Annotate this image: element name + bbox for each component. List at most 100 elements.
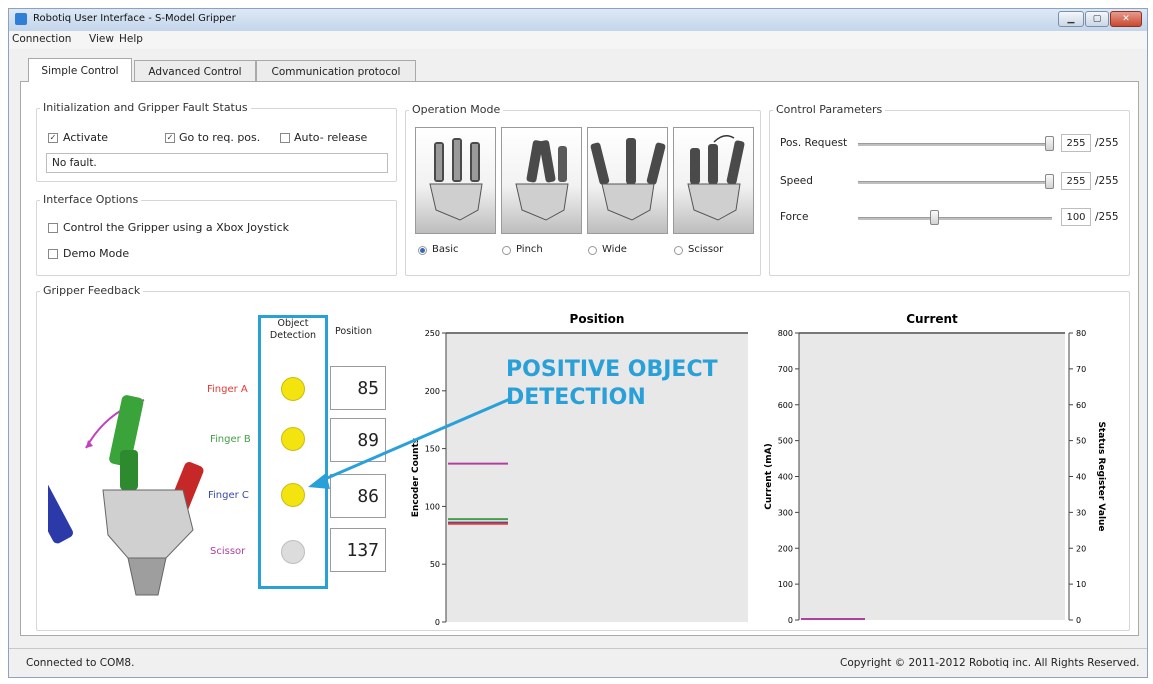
y-tick-label: 600 [778, 401, 793, 410]
y2-tick-label: 40 [1076, 473, 1086, 482]
status-bar-divider [9, 648, 1147, 649]
force-value[interactable]: 100 [1061, 208, 1091, 226]
gripper-basic-icon [429, 138, 483, 221]
activate-checkbox[interactable]: ✓ [48, 133, 58, 143]
maximize-button[interactable]: ▢ [1085, 11, 1109, 27]
xbox-joystick-label: Control the Gripper using a Xbox Joystic… [63, 221, 290, 234]
gripper-pinch-icon [515, 140, 569, 221]
pos-request-slider-thumb[interactable] [1045, 136, 1054, 151]
plot-area [799, 333, 1065, 620]
y-tick-label: 0 [788, 616, 793, 625]
force-slider-thumb[interactable] [930, 210, 939, 225]
y2-tick-label: 50 [1076, 437, 1086, 446]
control-params-title: Control Parameters [773, 103, 886, 116]
speed-slider[interactable] [858, 181, 1052, 184]
menu-help[interactable]: Help [119, 33, 143, 45]
window-title: Robotiq User Interface - S-Model Gripper [33, 13, 236, 24]
pos-request-slider[interactable] [858, 143, 1052, 146]
gripper-wide-icon [590, 138, 666, 221]
auto-release-checkbox[interactable] [280, 133, 290, 143]
activate-label: Activate [63, 131, 109, 144]
mode-wide-image[interactable] [587, 127, 668, 234]
speed-value[interactable]: 255 [1061, 172, 1091, 190]
current-chart: Current0100200300400500600700800Current … [764, 312, 1106, 625]
finger-b-label: Finger B [210, 434, 251, 445]
gripper-scissor-icon [687, 135, 745, 221]
minimize-button[interactable]: ▁ [1058, 11, 1084, 27]
chart-title: Position [570, 312, 625, 326]
y-axis-label: Current (mA) [764, 443, 774, 509]
mode-wide-label: Wide [602, 244, 627, 255]
y2-tick-label: 70 [1076, 365, 1086, 374]
tab-communication-protocol[interactable]: Communication protocol [256, 60, 416, 82]
y-tick-label: 100 [778, 580, 793, 589]
mode-scissor-label: Scissor [688, 244, 724, 255]
y-tick-label: 200 [778, 544, 793, 553]
tab-advanced-control[interactable]: Advanced Control [134, 60, 256, 82]
y-tick-label: 700 [778, 365, 793, 374]
force-slider[interactable] [858, 217, 1052, 220]
mode-basic-image[interactable] [415, 127, 496, 234]
annotation-text-line1: POSITIVE OBJECT [506, 357, 718, 382]
init-fault-group-title: Initialization and Gripper Fault Status [40, 101, 251, 114]
gripper-feedback-title: Gripper Feedback [40, 284, 144, 297]
mode-basic-radio[interactable] [418, 246, 427, 255]
speed-max: /255 [1095, 175, 1119, 187]
force-max: /255 [1095, 211, 1119, 223]
annotation-text-line2: DETECTION [506, 385, 646, 410]
go-to-req-pos-label: Go to req. pos. [179, 131, 261, 144]
annotation-arrow-line [317, 397, 511, 484]
go-to-req-pos-checkbox[interactable]: ✓ [165, 133, 175, 143]
mode-basic-label: Basic [432, 244, 459, 255]
y2-tick-label: 10 [1076, 580, 1086, 589]
scissor-position: 137 [330, 528, 386, 572]
mode-pinch-radio[interactable] [502, 246, 511, 255]
finger-c-label: Finger C [208, 490, 249, 501]
annotation-arrow [308, 397, 511, 489]
fault-status-field: No fault. [46, 153, 388, 173]
object-detection-header: Object Detection [269, 318, 317, 341]
y-tick-label: 300 [778, 508, 793, 517]
mode-wide-radio[interactable] [588, 246, 597, 255]
menu-view[interactable]: View [89, 33, 114, 45]
y2-tick-label: 20 [1076, 544, 1086, 553]
demo-mode-label: Demo Mode [63, 247, 130, 260]
copyright-text: Copyright © 2011-2012 Robotiq inc. All R… [840, 657, 1140, 669]
force-label: Force [780, 211, 809, 223]
title-bar: Robotiq User Interface - S-Model Gripper… [9, 9, 1147, 31]
position-header: Position [335, 326, 372, 337]
menu-bar: Connection View Help [9, 31, 1147, 49]
gripper-illustration [48, 395, 204, 596]
connection-status: Connected to COM8. [26, 657, 135, 669]
y-tick-label: 50 [430, 560, 440, 569]
tab-simple-control[interactable]: Simple Control [28, 58, 132, 82]
demo-mode-checkbox[interactable] [48, 249, 58, 259]
pos-request-value[interactable]: 255 [1061, 134, 1091, 152]
y-tick-label: 0 [435, 618, 440, 627]
y2-tick-label: 0 [1076, 616, 1081, 625]
scissor-detection-led [281, 540, 305, 564]
xbox-joystick-checkbox[interactable] [48, 223, 58, 233]
close-button[interactable]: ✕ [1110, 11, 1142, 27]
speed-label: Speed [780, 175, 813, 187]
finger-a-label: Finger A [207, 384, 248, 395]
operation-mode-title: Operation Mode [409, 103, 504, 116]
y-tick-label: 100 [425, 502, 440, 511]
app-logo-icon [15, 13, 27, 25]
y-tick-label: 400 [778, 473, 793, 482]
interface-options-title: Interface Options [40, 193, 142, 206]
mode-pinch-image[interactable] [501, 127, 582, 234]
chart-title: Current [906, 312, 958, 326]
pos-request-max: /255 [1095, 137, 1119, 149]
annotation-arrow-head [308, 473, 330, 489]
y2-tick-label: 80 [1076, 329, 1086, 338]
mode-scissor-image[interactable] [673, 127, 754, 234]
interface-options-group [36, 200, 397, 276]
y-tick-label: 250 [425, 329, 440, 338]
y-tick-label: 800 [778, 329, 793, 338]
mode-pinch-label: Pinch [516, 244, 543, 255]
menu-connection[interactable]: Connection [12, 33, 71, 45]
speed-slider-thumb[interactable] [1045, 174, 1054, 189]
mode-scissor-radio[interactable] [674, 246, 683, 255]
pos-request-label: Pos. Request [780, 137, 848, 149]
